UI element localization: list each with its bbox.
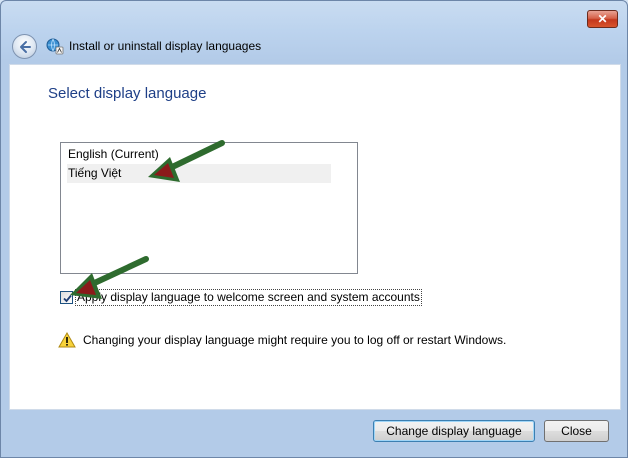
- page-heading: Select display language: [48, 85, 207, 102]
- back-button[interactable]: [12, 34, 37, 59]
- annotation-arrow-icon: [70, 256, 149, 299]
- dialog-window: ✕ Install or uninstall display languages…: [0, 0, 628, 458]
- back-arrow-icon: [20, 41, 31, 53]
- change-display-language-button[interactable]: Change display language: [373, 420, 535, 442]
- annotation-arrow-icon: [148, 140, 225, 182]
- window-close-button[interactable]: ✕: [587, 10, 618, 28]
- warning-message: Changing your display language might req…: [83, 333, 507, 347]
- language-globe-icon: [46, 38, 64, 55]
- warning-icon: [58, 332, 76, 348]
- close-button[interactable]: Close: [544, 420, 609, 442]
- content-panel: Select display language English (Current…: [9, 64, 621, 410]
- window-title: Install or uninstall display languages: [69, 39, 262, 53]
